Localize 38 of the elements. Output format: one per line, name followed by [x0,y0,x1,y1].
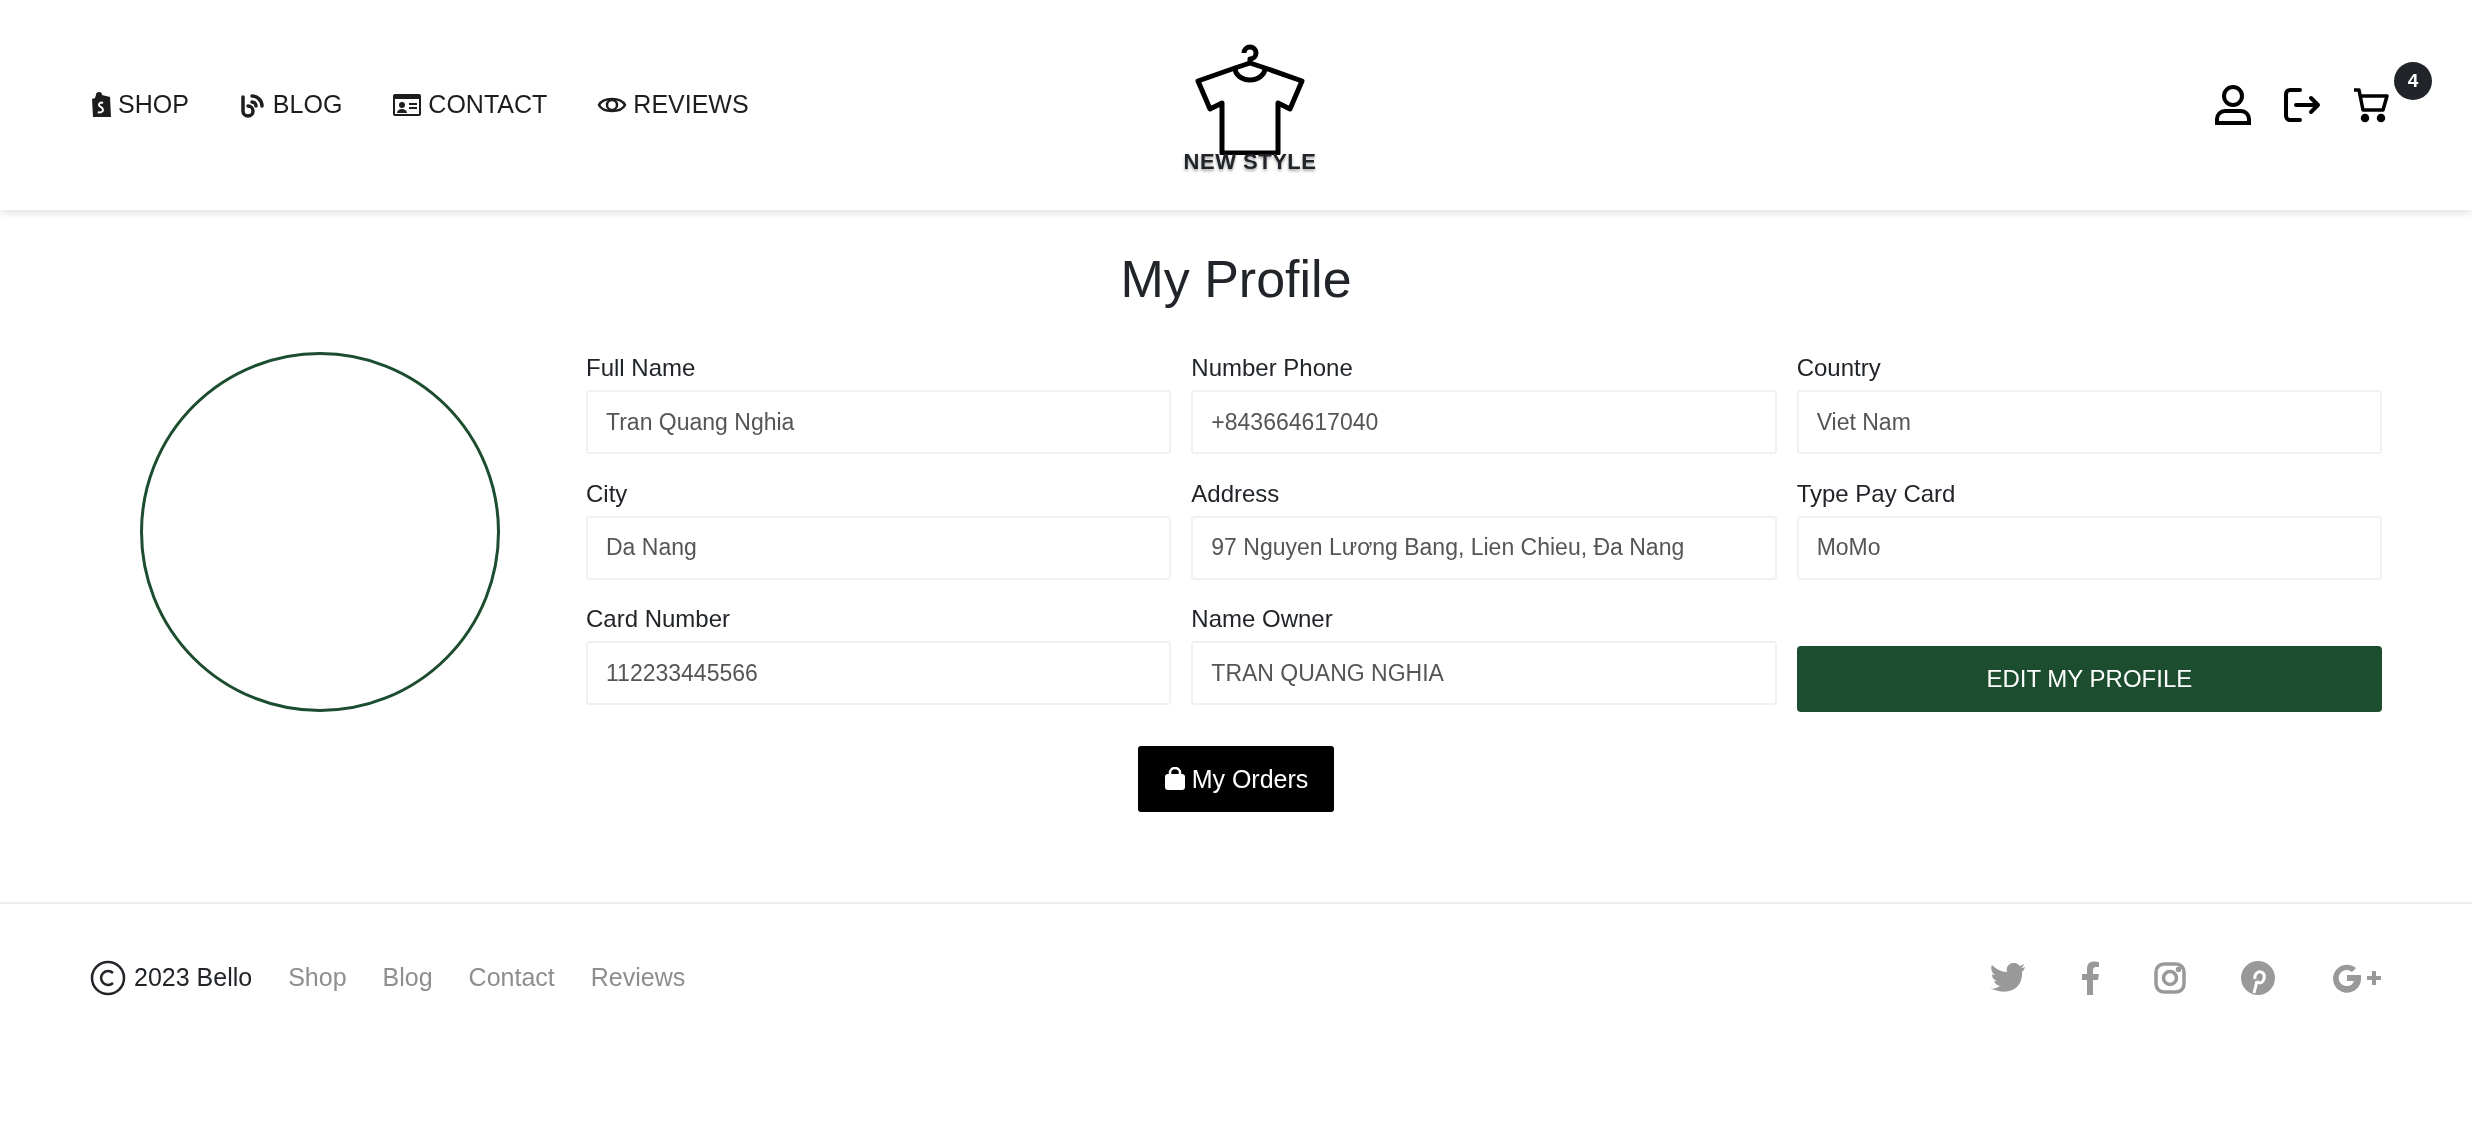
cart-count-badge: 4 [2394,62,2432,100]
twitter-bird-icon[interactable] [1990,963,2026,994]
field-label: Name Owner [1191,604,1334,635]
user-icon[interactable] [2214,84,2252,126]
input-field[interactable]: 97 Nguyen Lương Bang, Lien Chieu, Đa Nang [1191,515,1777,580]
input-field[interactable]: Tran Quang Nghia [586,390,1172,455]
id-card-icon [392,93,423,117]
field-label: Country [1796,353,1882,384]
shopping-bag-icon [1163,767,1186,792]
copyright-icon [90,960,126,997]
page-title: My Profile [1119,249,1353,310]
input-field[interactable]: MoMo [1796,515,2382,580]
field-label: Card Number [586,604,732,635]
input-field[interactable]: TRAN QUANG NGHIA [1191,641,1777,706]
pinterest-icon[interactable] [2241,961,2275,996]
field-label: Address [1191,478,1281,509]
facebook-f-icon[interactable] [2081,961,2099,996]
nav-link[interactable]: SHOP [90,86,189,124]
nav-link[interactable]: BLOG [238,86,343,124]
field-label: Number Phone [1191,353,1354,384]
field-label: City [586,478,629,509]
instagram-icon[interactable] [2154,962,2186,995]
field-label: Full Name [586,353,697,384]
field-label: Type Pay Card [1796,478,1957,509]
nav-link[interactable]: CONTACT [392,86,548,124]
rss-icon [238,91,267,119]
copyright-text: 2023 Bello [134,962,253,994]
logout-icon[interactable] [2282,86,2322,124]
logo-text: NEW STYLE [1183,151,1317,173]
nav-link[interactable]: REVIEWS [597,86,749,124]
input-field[interactable]: Viet Nam [1796,390,2382,455]
input-field[interactable]: 112233445566 [586,641,1172,706]
my-orders-button[interactable]: My Orders [1137,746,1335,813]
input-field[interactable]: Da Nang [586,515,1172,580]
input-field[interactable]: +843664617040 [1191,390,1777,455]
cart-icon[interactable] [2352,86,2390,124]
shopping-bag-icon [90,92,112,118]
edit-profile-button[interactable]: EDIT MY PROFILE [1796,646,2382,713]
